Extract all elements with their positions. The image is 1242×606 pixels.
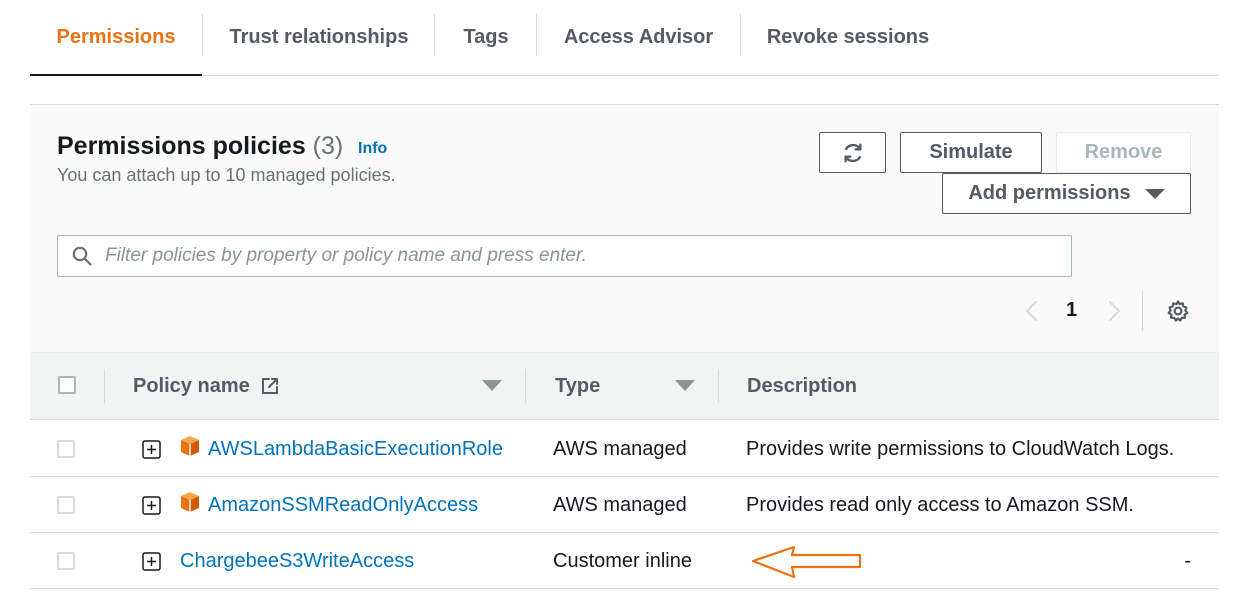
policy-description: Provides read only access to Amazon SSM.: [746, 494, 1134, 516]
column-header-type[interactable]: Type: [555, 353, 600, 419]
tab-label: Permissions: [56, 25, 176, 48]
select-all-checkbox[interactable]: [58, 376, 76, 394]
current-page-number[interactable]: 1: [1066, 299, 1077, 322]
chevron-left-icon[interactable]: [1022, 299, 1042, 323]
permissions-policies-panel: Permissions policies (3) Info You can at…: [30, 104, 1219, 589]
row-checkbox[interactable]: [57, 552, 75, 570]
refresh-button[interactable]: [819, 132, 886, 173]
expand-plus-icon[interactable]: [142, 440, 161, 459]
aws-managed-icon: [181, 492, 199, 512]
column-header-label: Policy name: [133, 374, 250, 397]
tab-label: Revoke sessions: [766, 26, 930, 48]
column-divider: [525, 369, 526, 403]
table-header: Policy name Type Description: [30, 353, 1219, 420]
remove-label: Remove: [1084, 141, 1163, 163]
policy-name-link[interactable]: AmazonSSMReadOnlyAccess: [208, 494, 478, 517]
policy-name-link[interactable]: ChargebeeS3WriteAccess: [180, 550, 414, 573]
sort-caret-icon[interactable]: [482, 380, 502, 391]
policy-type: AWS managed: [553, 438, 687, 460]
tab-tags[interactable]: Tags: [435, 0, 537, 75]
pager-divider: [1142, 291, 1143, 331]
simulate-button[interactable]: Simulate: [900, 132, 1042, 173]
tab-access-advisor[interactable]: Access Advisor: [537, 0, 740, 75]
tab-permissions[interactable]: Permissions: [30, 0, 202, 76]
panel-title: Permissions policies (3): [57, 132, 343, 161]
policy-count: (3): [312, 132, 344, 160]
table-row: AWSLambdaBasicExecutionRole AWS managed …: [30, 421, 1219, 477]
policy-name-link[interactable]: AWSLambdaBasicExecutionRole: [208, 438, 503, 461]
policy-type: AWS managed: [553, 494, 687, 516]
add-permissions-label: Add permissions: [968, 182, 1131, 204]
column-divider: [104, 369, 105, 403]
refresh-icon: [843, 143, 862, 162]
column-divider: [718, 369, 719, 403]
table-row: AmazonSSMReadOnlyAccess AWS managed Prov…: [30, 477, 1219, 533]
filter-policies-input[interactable]: [105, 236, 1055, 276]
simulate-label: Simulate: [929, 141, 1013, 163]
expand-plus-icon[interactable]: [142, 496, 161, 515]
expand-plus-icon[interactable]: [142, 552, 161, 571]
policy-type: Customer inline: [553, 550, 692, 572]
gear-icon[interactable]: [1166, 299, 1190, 323]
panel-title-text: Permissions policies: [57, 132, 306, 160]
policy-description: -: [1184, 550, 1191, 572]
sort-caret-icon[interactable]: [675, 380, 695, 391]
policy-description: Provides write permissions to CloudWatch…: [746, 438, 1175, 460]
row-checkbox[interactable]: [57, 440, 75, 458]
external-link-icon: [261, 378, 278, 394]
tab-bar: Permissions Trust relationships Tags Acc…: [30, 0, 1219, 76]
panel-header: Permissions policies (3) Info You can at…: [30, 105, 1219, 353]
column-header-policy-name[interactable]: Policy name: [133, 353, 280, 419]
search-icon: [72, 246, 92, 266]
column-header-description: Description: [747, 353, 857, 419]
panel-subtitle: You can attach up to 10 managed policies…: [57, 165, 396, 185]
annotation-arrow-icon: [751, 545, 862, 579]
caret-down-icon: [1144, 188, 1165, 199]
tab-trust-relationships[interactable]: Trust relationships: [203, 0, 435, 75]
tab-label: Tags: [463, 26, 509, 48]
row-checkbox[interactable]: [57, 496, 75, 514]
info-link[interactable]: Info: [358, 140, 387, 158]
add-permissions-button[interactable]: Add permissions: [942, 173, 1191, 214]
chevron-right-icon[interactable]: [1104, 299, 1124, 323]
remove-button[interactable]: Remove: [1056, 132, 1191, 173]
table-row: ChargebeeS3WriteAccess Customer inline -: [30, 533, 1219, 589]
tab-revoke-sessions[interactable]: Revoke sessions: [741, 0, 955, 75]
aws-managed-icon: [181, 436, 199, 456]
column-header-label: Description: [747, 374, 858, 397]
column-header-label: Type: [555, 374, 601, 397]
filter-search-box: [57, 235, 1072, 277]
tab-label: Trust relationships: [229, 26, 409, 48]
tab-label: Access Advisor: [563, 26, 714, 48]
